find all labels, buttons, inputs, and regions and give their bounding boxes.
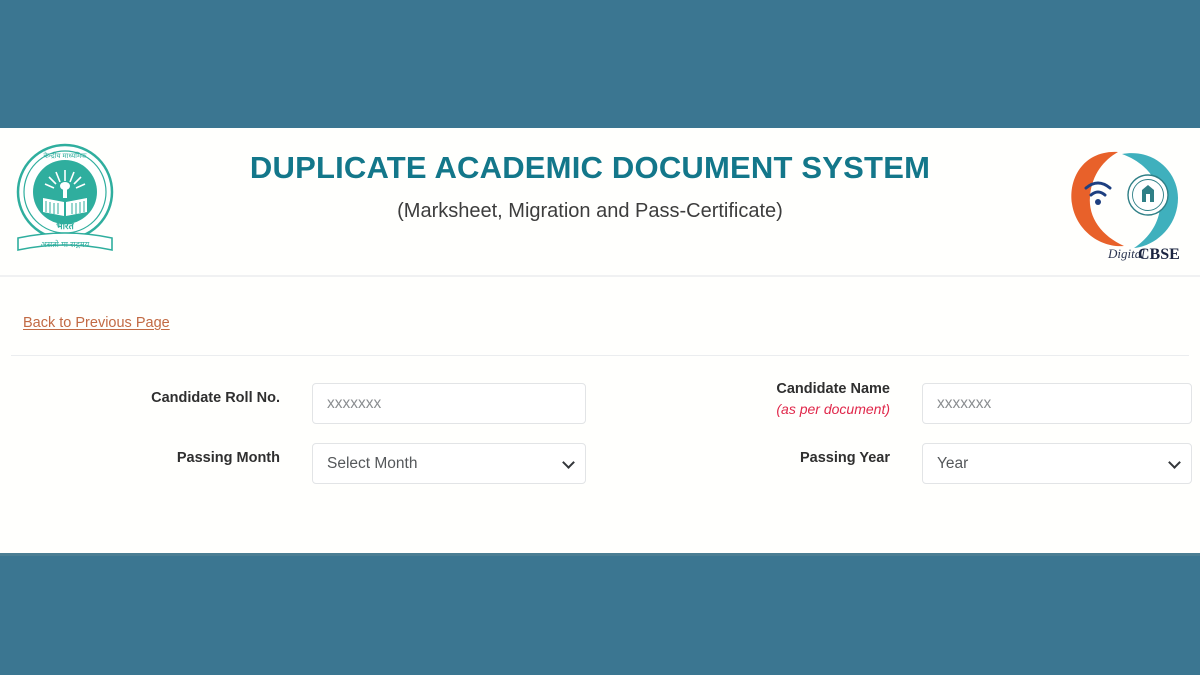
section-divider (11, 355, 1189, 356)
page-subtitle: (Marksheet, Migration and Pass-Certifica… (140, 200, 1040, 223)
content-sheet: केन्द्रीय माध्यमिक भारत असतो मा सद्गमय D… (0, 128, 1200, 553)
cbse-seal-logo: केन्द्रीय माध्यमिक भारत असतो मा सद्गमय (10, 140, 120, 258)
form-row-2: Passing Month Select MonthMarchAprilMayJ… (0, 438, 1200, 498)
label-text: Candidate Name (776, 381, 890, 397)
site-header: केन्द्रीय माध्यमिक भारत असतो मा सद्गमय D… (0, 128, 1200, 277)
svg-text:भारत: भारत (56, 221, 74, 231)
passing-month-select-wrap: Select MonthMarchAprilMayJuneJulyOctober… (312, 443, 586, 484)
candidate-roll-no-input[interactable] (312, 383, 586, 424)
form-row-1: Candidate Roll No. Candidate Name (as pe… (0, 378, 1200, 438)
back-to-previous-page-link[interactable]: Back to Previous Page (23, 315, 170, 331)
header-titles: DUPLICATE ACADEMIC DOCUMENT SYSTEM (Mark… (140, 150, 1040, 223)
candidate-roll-no-label: Candidate Roll No. (60, 390, 280, 407)
passing-month-label: Passing Month (60, 450, 280, 467)
svg-text:केन्द्रीय माध्यमिक: केन्द्रीय माध्यमिक (43, 151, 87, 160)
cbse-mini-seal (1128, 175, 1168, 215)
label-text: Candidate Roll No. (151, 390, 280, 406)
svg-text:असतो मा सद्गमय: असतो मा सद्गमय (41, 239, 90, 249)
passing-year-select[interactable]: Year2024202320222021202020192018 (922, 443, 1192, 484)
candidate-name-input[interactable] (922, 383, 1192, 424)
cbse-word: CBSE (1138, 246, 1180, 263)
candidate-name-label: Candidate Name (as per document) (660, 381, 890, 418)
passing-year-label: Passing Year (660, 450, 890, 467)
passing-year-select-wrap: Year2024202320222021202020192018 (922, 443, 1192, 484)
page-title: DUPLICATE ACADEMIC DOCUMENT SYSTEM (140, 150, 1040, 186)
label-text: Passing Month (177, 450, 280, 466)
candidate-name-note: (as per document) (660, 401, 890, 418)
top-banner-band (0, 0, 1200, 128)
passing-month-select[interactable]: Select MonthMarchAprilMayJuneJulyOctober… (312, 443, 586, 484)
label-text: Passing Year (800, 450, 890, 466)
document-search-form: Candidate Roll No. Candidate Name (as pe… (0, 378, 1200, 498)
page-root: केन्द्रीय माध्यमिक भारत असतो मा सद्गमय D… (0, 0, 1200, 675)
breadcrumb: Back to Previous Page (0, 305, 1200, 355)
bottom-banner-band (0, 553, 1200, 675)
digital-cbse-logo: Digital CBSE (1062, 138, 1186, 264)
